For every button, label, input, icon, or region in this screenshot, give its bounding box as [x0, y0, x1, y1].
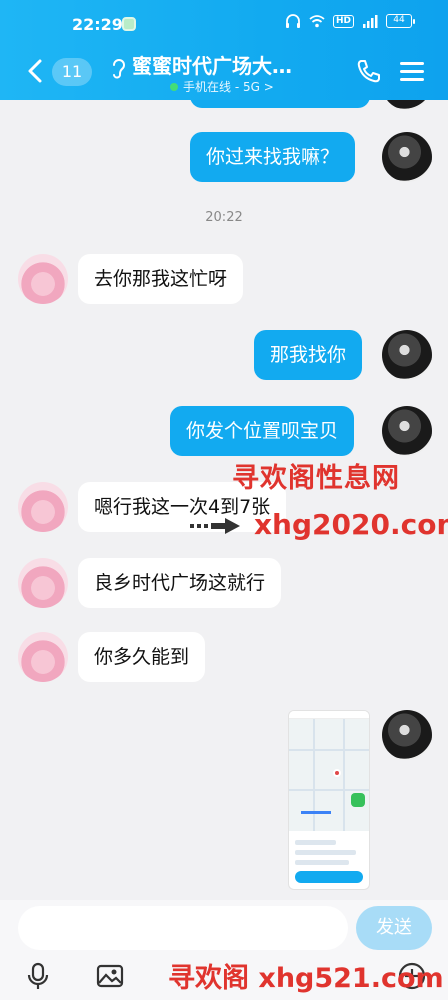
location-image-message[interactable]: [288, 710, 370, 890]
presence-label: 手机在线 - 5G >: [183, 80, 274, 94]
watermark-url: xhg2020.com: [254, 508, 448, 541]
my-avatar[interactable]: [382, 132, 432, 182]
watermark-text: 寻欢阁性息网: [232, 463, 400, 494]
message-bubble[interactable]: 你多久能到: [78, 632, 206, 682]
ear-icon[interactable]: [110, 56, 126, 80]
battery-icon: 44: [386, 14, 415, 28]
menu-icon[interactable]: [400, 60, 426, 82]
my-avatar[interactable]: [382, 710, 432, 760]
arrow-icon: [190, 518, 240, 534]
wifi-icon: [309, 15, 325, 28]
my-avatar[interactable]: [382, 100, 432, 110]
status-icons: HD 44: [285, 14, 415, 28]
message-bubble[interactable]: 你发个位置呗宝贝: [170, 406, 355, 456]
status-bar: 22:29 HD 44: [0, 0, 448, 44]
watermark-footer: 寻欢阁 xhg521.com: [168, 963, 444, 994]
message-bubble-partial[interactable]: [190, 100, 370, 108]
map-navigate-button: [295, 871, 363, 883]
map-view: [289, 719, 369, 831]
phone-icon[interactable]: [356, 58, 382, 84]
headphones-icon: [285, 14, 300, 28]
chat-title[interactable]: 蜜蜜时代广场大…: [132, 50, 302, 79]
image-icon[interactable]: [96, 962, 124, 990]
back-icon[interactable]: [22, 57, 50, 85]
presence-status: 手机在线 - 5G >: [170, 78, 274, 95]
message-bubble[interactable]: 良乡时代广场这就行: [78, 558, 282, 608]
chat-header: 22:29 HD 44 11 蜜蜜时代广场大… 手机在线 - 5G >: [0, 0, 448, 100]
message-bubble[interactable]: 那我找你: [254, 330, 363, 380]
title-bar: 11 蜜蜜时代广场大… 手机在线 - 5G >: [0, 44, 448, 100]
online-dot-icon: [170, 82, 178, 91]
contact-avatar[interactable]: [18, 482, 68, 532]
unread-count-badge[interactable]: 11: [52, 58, 92, 86]
message-timestamp: 20:22: [205, 210, 243, 225]
map-marker-icon: [351, 793, 365, 807]
hd-icon: HD: [332, 14, 354, 28]
message-input[interactable]: [18, 906, 348, 950]
signal-icon: [363, 15, 378, 28]
send-button[interactable]: 发送: [356, 906, 432, 950]
message-bubble[interactable]: 你过来找我嘛？: [190, 132, 356, 182]
location-pin-icon: [333, 769, 341, 777]
app-notification-icon: [122, 17, 136, 31]
my-avatar[interactable]: [382, 330, 432, 380]
mic-icon[interactable]: [24, 962, 52, 990]
message-bubble[interactable]: 去你那我这忙呀: [78, 254, 244, 304]
route-line: [301, 811, 331, 814]
contact-avatar[interactable]: [18, 558, 68, 608]
my-avatar[interactable]: [382, 406, 432, 456]
map-info-panel: [289, 831, 369, 887]
status-time: 22:29: [72, 15, 123, 34]
contact-avatar[interactable]: [18, 254, 68, 304]
message-list[interactable]: 你过来找我嘛？ 20:22 去你那我这忙呀 那我找你 你发个位置呗宝贝 嗯行我这…: [0, 100, 448, 900]
contact-avatar[interactable]: [18, 632, 68, 682]
map-toolbar: [289, 711, 369, 719]
